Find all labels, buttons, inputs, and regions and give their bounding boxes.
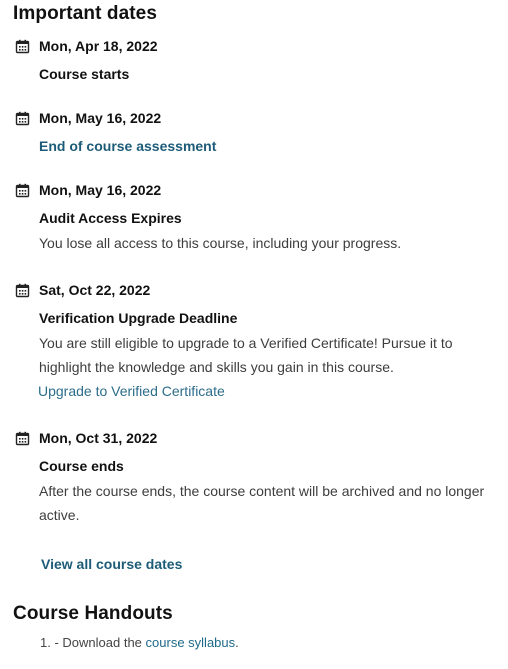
handout-text-suffix: .: [235, 635, 239, 650]
date-label: Mon, Apr 18, 2022: [39, 38, 158, 54]
view-all-course-dates-link[interactable]: View all course dates: [41, 556, 182, 572]
date-row: Sat, Oct 22, 2022: [13, 279, 503, 301]
calendar-icon: [15, 39, 30, 54]
date-row: Mon, May 16, 2022: [13, 179, 503, 201]
date-item: Mon, May 16, 2022 Audit Access Expires Y…: [13, 179, 503, 255]
date-row: Mon, May 16, 2022: [13, 107, 503, 129]
date-label: Mon, May 16, 2022: [39, 182, 162, 198]
important-dates-heading: Important dates: [13, 3, 158, 24]
date-label: Mon, Oct 31, 2022: [39, 430, 158, 446]
calendar-icon: [15, 111, 30, 126]
event-title: Course starts: [39, 66, 130, 82]
event-description: You are still eligible to upgrade to a V…: [39, 335, 453, 375]
date-row: Mon, Apr 18, 2022: [13, 35, 503, 57]
date-item: Sat, Oct 22, 2022 Verification Upgrade D…: [13, 279, 503, 403]
upgrade-verified-certificate-link[interactable]: Upgrade to Verified Certificate: [38, 379, 225, 403]
event-description: After the course ends, the course conten…: [39, 483, 485, 523]
date-item: Mon, Oct 31, 2022 Course ends After the …: [13, 427, 503, 527]
date-row: Mon, Oct 31, 2022: [13, 427, 503, 449]
course-handouts-heading: Course Handouts: [13, 603, 173, 624]
course-syllabus-link[interactable]: course syllabus: [146, 635, 236, 650]
event-title: Audit Access Expires: [39, 210, 182, 226]
calendar-icon: [15, 183, 30, 198]
date-item: Mon, May 16, 2022 End of course assessme…: [13, 107, 503, 154]
calendar-icon: [15, 283, 30, 298]
calendar-icon: [15, 431, 30, 446]
end-of-course-assessment-link[interactable]: End of course assessment: [39, 138, 503, 154]
date-item: Mon, Apr 18, 2022 Course starts: [13, 35, 503, 82]
event-title: Course ends: [39, 458, 124, 474]
event-description: You lose all access to this course, incl…: [39, 235, 402, 251]
handout-text-prefix: - Download the: [54, 635, 146, 650]
date-label: Sat, Oct 22, 2022: [39, 282, 151, 298]
list-number: 1.: [40, 635, 51, 650]
handout-list-item: 1. - Download the course syllabus.: [40, 635, 239, 650]
date-label: Mon, May 16, 2022: [39, 110, 162, 126]
event-title: Verification Upgrade Deadline: [39, 310, 238, 326]
